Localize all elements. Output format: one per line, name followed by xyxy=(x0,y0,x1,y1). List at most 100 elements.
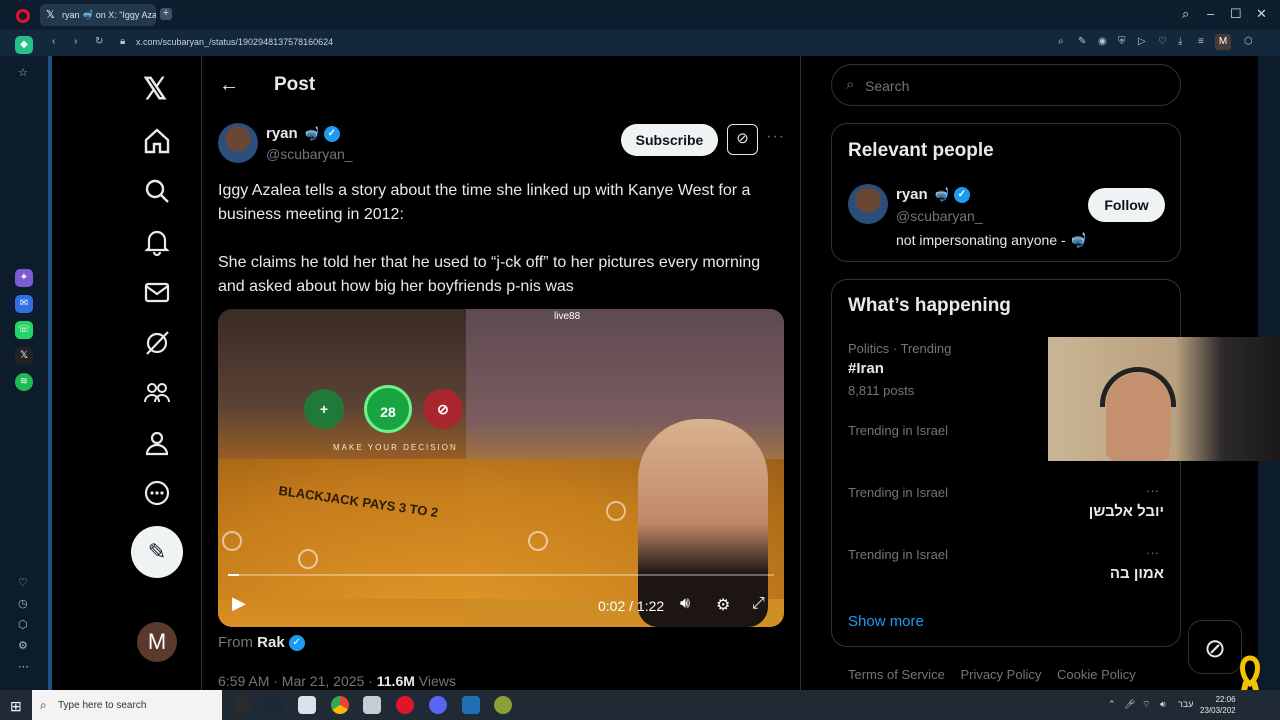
profile-avatar-icon[interactable]: M xyxy=(1215,34,1231,50)
discord-app-icon[interactable] xyxy=(429,696,447,714)
tray-chevron-icon[interactable]: ⌃ xyxy=(1108,699,1116,710)
close-window-button[interactable]: ✕ xyxy=(1256,6,1267,22)
relevant-name[interactable]: ryan xyxy=(896,186,928,203)
network-icon[interactable]: ⌔ xyxy=(1142,699,1150,710)
video-progress-track[interactable] xyxy=(228,574,774,576)
x-app-icon[interactable]: 𝕏 xyxy=(15,347,33,365)
reload-icon[interactable]: ↻ xyxy=(95,36,103,47)
files-app-icon[interactable] xyxy=(298,696,316,714)
cube-icon[interactable]: ⬡ xyxy=(18,618,28,631)
extensions-icon[interactable]: ⬡ xyxy=(1244,36,1253,47)
footer-terms[interactable]: Terms of Service xyxy=(848,667,945,682)
subscribe-button[interactable]: Subscribe xyxy=(621,124,718,156)
whatsapp-icon[interactable]: ☏ xyxy=(15,321,33,339)
language-indicator[interactable]: עבר xyxy=(1178,699,1193,709)
edit-icon[interactable]: ✎ xyxy=(1078,36,1086,47)
grok-explain-button[interactable]: ⊘ xyxy=(727,124,758,155)
fullscreen-icon[interactable]: ⤢ xyxy=(752,595,765,613)
follow-button[interactable]: Follow xyxy=(1088,188,1165,222)
trend-meta: Trending in Israel xyxy=(848,547,948,562)
account-avatar[interactable]: M xyxy=(137,622,177,662)
aria-icon[interactable]: ◆ xyxy=(15,36,33,54)
taskbar-clock[interactable]: 22:06 23/03/202 xyxy=(1200,694,1236,716)
chrome-app-icon[interactable] xyxy=(331,696,349,714)
messenger-icon[interactable]: ✉ xyxy=(15,295,33,313)
post-more-icon[interactable]: ··· xyxy=(766,128,785,146)
profile-icon[interactable] xyxy=(142,428,172,458)
camera-icon[interactable]: ◉ xyxy=(1098,36,1107,47)
pinboard-icon[interactable]: ☆ xyxy=(18,66,28,79)
relevant-handle[interactable]: @scubaryan_ xyxy=(896,208,983,224)
history-icon[interactable]: ◷ xyxy=(18,597,28,610)
player-icon[interactable]: ▷ xyxy=(1138,36,1146,47)
new-tab-button[interactable]: + xyxy=(160,8,172,20)
search-tabs-icon[interactable]: ⌕ xyxy=(1182,6,1189,22)
author-name[interactable]: ryan xyxy=(266,125,298,142)
menu-icon[interactable]: ≡ xyxy=(1198,36,1204,47)
maximize-button[interactable]: ☐ xyxy=(1230,6,1242,22)
opera-app-icon[interactable] xyxy=(396,696,414,714)
settings-icon[interactable]: ⚙ xyxy=(18,639,28,652)
windows-taskbar: ⊞ ⌕ Type here to search ⌃ 🎤︎ ⌔ 🔊︎ עבר 22… xyxy=(0,690,1280,720)
minimize-button[interactable]: – xyxy=(1207,6,1214,21)
play-icon[interactable]: ▶ xyxy=(232,593,246,614)
messages-icon[interactable] xyxy=(142,277,172,307)
trend-name[interactable]: יובל אלבשן xyxy=(1089,503,1164,520)
steam-app-icon[interactable] xyxy=(265,696,283,714)
taskbar-search[interactable]: ⌕ Type here to search xyxy=(32,690,222,720)
video-player[interactable]: live88 + 28 ⊘ MAKE YOUR DECISION BLACKJA… xyxy=(218,309,784,627)
video-settings-icon[interactable]: ⚙ xyxy=(716,595,730,615)
x-logo-icon[interactable]: 𝕏 xyxy=(143,72,167,107)
forward-nav-icon[interactable]: › xyxy=(74,36,77,47)
browser-tab-active[interactable]: 𝕏 ryan 🤿 on X: "Iggy Azalea xyxy=(40,4,156,26)
ai-app-icon[interactable]: ✦ xyxy=(15,269,33,287)
explore-icon[interactable] xyxy=(142,176,172,206)
windows-start-icon[interactable]: ⊞ xyxy=(10,698,22,715)
trend-name[interactable]: אמון בה xyxy=(1110,565,1164,582)
communities-icon[interactable] xyxy=(142,378,172,408)
home-icon[interactable] xyxy=(142,126,172,156)
more-sidebar-icon[interactable]: ⋯ xyxy=(18,660,29,673)
trend-more-icon[interactable]: ··· xyxy=(1146,545,1159,560)
shield-icon[interactable]: ⛨ xyxy=(1118,36,1126,47)
app-icon[interactable] xyxy=(363,696,381,714)
notifications-icon[interactable] xyxy=(142,227,172,257)
footer-cookie[interactable]: Cookie Policy xyxy=(1057,667,1136,682)
lens-icon[interactable]: ⌕ xyxy=(1058,36,1064,47)
url-field[interactable]: x.com/scubaryan_/status/1902948137578160… xyxy=(136,37,333,47)
volume-icon[interactable]: 🔊︎ xyxy=(680,595,690,613)
relevant-avatar[interactable] xyxy=(848,184,888,224)
search-input[interactable]: ⌕ Search xyxy=(831,64,1181,106)
grok-icon[interactable] xyxy=(142,328,172,358)
editor-app-icon[interactable] xyxy=(462,696,480,714)
verified-badge-icon[interactable]: ✓ xyxy=(323,126,340,143)
relevant-name-row[interactable]: ryan 🤿 ✓ xyxy=(896,186,970,204)
obs-app-icon[interactable] xyxy=(233,696,251,714)
x-favicon-icon: 𝕏 xyxy=(46,9,55,21)
volume-icon[interactable]: 🔊︎ xyxy=(1160,699,1166,710)
back-arrow-icon[interactable]: ← xyxy=(219,74,239,97)
grok-floating-button[interactable]: ⊘ xyxy=(1188,620,1242,674)
app-icon[interactable] xyxy=(494,696,512,714)
opera-logo-icon[interactable] xyxy=(16,9,30,23)
post-timestamp[interactable]: 6:59 AM · Mar 21, 2025 · xyxy=(218,673,377,689)
spotify-icon[interactable]: ≋ xyxy=(15,373,33,391)
favorites-icon[interactable]: ♡ xyxy=(18,576,28,589)
trend-name[interactable]: #Iran xyxy=(848,360,884,377)
heart-icon[interactable]: ♡ xyxy=(1158,36,1167,47)
author-name-row[interactable]: ryan 🤿 ✓ xyxy=(266,125,340,143)
mic-icon[interactable]: 🎤︎ xyxy=(1124,699,1135,710)
author-handle[interactable]: @scubaryan_ xyxy=(266,146,353,162)
trend-more-icon[interactable]: ··· xyxy=(1146,483,1159,498)
page-edge xyxy=(48,56,52,690)
more-icon[interactable] xyxy=(142,478,172,508)
trend-count: 8,811 posts xyxy=(848,383,915,398)
compose-post-button[interactable]: ✎ xyxy=(131,526,183,578)
back-nav-icon[interactable]: ‹ xyxy=(52,36,55,47)
footer-privacy[interactable]: Privacy Policy xyxy=(960,667,1041,682)
whats-happening-card: What’s happening Politics · Trending #Ir… xyxy=(831,279,1181,647)
from-name[interactable]: Rak xyxy=(257,634,285,651)
show-more-link[interactable]: Show more xyxy=(848,613,924,630)
download-icon[interactable]: ⤓ xyxy=(1178,36,1182,47)
author-avatar[interactable] xyxy=(218,123,258,163)
